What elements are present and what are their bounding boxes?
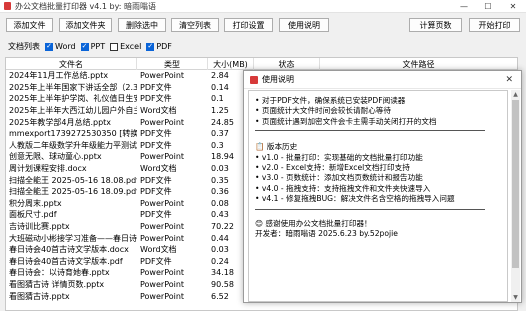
cell-filename: 2025年上半年国家下讲话全部（2.3）.p xyxy=(9,82,137,92)
dialog-title-bar: 使用说明 xyxy=(244,71,521,89)
cell-filename: 2025年上半年大西江幼儿园户外自主游戏 xyxy=(9,106,137,116)
dialog-scrollbar[interactable]: ▲ ▼ xyxy=(511,90,520,302)
cell-type: PowerPoint xyxy=(140,71,185,81)
cell-filename: 周计划课程安排.docx xyxy=(9,164,87,174)
cell-filename: 扫描全能王 2025-05-16 18.09.pdf xyxy=(9,187,137,197)
cell-type: PowerPoint xyxy=(140,268,185,278)
tip-line: • 页面统计遇到加密文件会卡主需手动关闭打开的文档 xyxy=(255,116,437,126)
count-pages-button[interactable]: 计算页数 xyxy=(409,18,462,32)
cell-filename: 2025年上半年护学岗、礼仪值日生安排 xyxy=(9,94,137,104)
dialog-text: • 对于PDF文件，确保系统已安装PDF阅读器 • 页面统计大文件时间会较长请耐… xyxy=(248,90,508,302)
table-header: 文件名 类型 大小(MB) 状态 文件路径 xyxy=(6,58,517,70)
cell-filename: 创意无限、球动童心.pptx xyxy=(9,152,102,162)
scrollbar-thumb[interactable] xyxy=(512,100,519,268)
clear-list-button[interactable]: 清空列表 xyxy=(171,18,219,32)
column-size[interactable]: 大小(MB) xyxy=(208,58,254,70)
cell-filename: 春日诗会：以诗育她春.pptx xyxy=(9,268,110,278)
cell-type: PDF文件 xyxy=(140,175,172,185)
column-status[interactable]: 状态 xyxy=(254,58,320,70)
add-folder-button[interactable]: 添加文件夹 xyxy=(59,18,112,32)
app-icon xyxy=(4,2,11,10)
add-files-button[interactable]: 添加文件 xyxy=(6,18,53,32)
usage-button[interactable]: 使用说明 xyxy=(279,18,329,32)
filter-pdf[interactable]: ✓ PDF xyxy=(146,42,172,51)
delete-selected-button[interactable]: 删除选中 xyxy=(118,18,166,32)
cell-filename: 积分周末.pptx xyxy=(9,198,62,208)
cell-type: PDF文件 xyxy=(140,187,172,197)
history-line: • v3.0 - 页数统计：添加文档页数统计和报告功能 xyxy=(255,173,423,183)
usage-dialog: 使用说明 ✕ • 对于PDF文件，确保系统已安装PDF阅读器 • 页面统计大文件… xyxy=(243,70,522,303)
scroll-up-icon[interactable]: ▲ xyxy=(511,90,520,99)
maximize-button[interactable]: ☐ xyxy=(476,0,500,13)
app-icon xyxy=(250,75,258,84)
history-title: 📋 版本历史 xyxy=(255,142,298,152)
checkbox-checked-icon[interactable]: ✓ xyxy=(146,42,155,51)
close-button[interactable]: ✕ xyxy=(501,0,525,13)
cell-type: PDF文件 xyxy=(140,256,172,266)
cell-filename: 看图猜古诗 详情页数.pptx xyxy=(9,279,105,289)
divider xyxy=(255,130,485,132)
cell-filename: 2025年教学部4月总结.pptx xyxy=(9,117,112,127)
scroll-down-icon[interactable]: ▼ xyxy=(511,293,520,302)
column-type[interactable]: 类型 xyxy=(137,58,208,70)
cell-type: PDF文件 xyxy=(140,140,172,150)
developer-line: 开发者：暗雨嗡语 2025.6.23 by.52pojie xyxy=(255,229,398,239)
history-line: • v2.0 - Excel支持：新增Excel文档打印支持 xyxy=(255,163,410,173)
cell-type: PDF文件 xyxy=(140,129,172,139)
column-filename[interactable]: 文件名 xyxy=(6,58,137,70)
cell-filename: 扫描全能王 2025-05-16 18.08.pdf xyxy=(9,175,137,185)
cell-type: PDF文件 xyxy=(140,82,172,92)
title-bar: 办公文档批量打印器 v4.1 by: 暗雨嗡语 — ☐ ✕ xyxy=(0,0,526,13)
cell-filename: 2024年11月工作总结.pptx xyxy=(9,71,109,81)
filter-excel[interactable]: Excel xyxy=(110,42,141,51)
cell-type: PowerPoint xyxy=(140,117,185,127)
cell-filename: 面板尺寸.pdf xyxy=(9,210,57,220)
dialog-title: 使用说明 xyxy=(262,75,294,84)
minimize-button[interactable]: — xyxy=(452,0,476,13)
filter-word[interactable]: ✓ Word xyxy=(45,42,76,51)
cell-type: Word文档 xyxy=(140,106,177,116)
cell-type: Word文档 xyxy=(140,245,177,255)
cell-filename: 人教版二年级数学升年级能力平测试.pd xyxy=(9,140,137,150)
cell-type: PowerPoint xyxy=(140,152,185,162)
cell-type: PowerPoint xyxy=(140,291,185,301)
cell-type: PowerPoint xyxy=(140,233,185,243)
history-line: • v4.0 - 拖拽支持：支持拖拽文件和文件夹快速导入 xyxy=(255,183,431,193)
cell-filename: 春日诗会40首古诗文学版本.pdf xyxy=(9,256,123,266)
thanks-line: 😊 感谢使用办公文档批量打印器！ xyxy=(255,218,372,228)
start-print-button[interactable]: 开始打印 xyxy=(469,18,520,32)
cell-filename: 大班磁动小彬接学习准备——春日诗会] xyxy=(9,233,137,243)
cell-filename: 春日诗会40首古诗文学版本.docx xyxy=(9,245,129,255)
column-path[interactable]: 文件路径 xyxy=(320,58,517,70)
cell-type: Word文档 xyxy=(140,164,177,174)
cell-type: PDF文件 xyxy=(140,210,172,220)
tip-line: • 对于PDF文件，确保系统已安装PDF阅读器 xyxy=(255,96,406,105)
dialog-close-button[interactable]: ✕ xyxy=(505,75,513,85)
cell-type: PDF文件 xyxy=(140,94,172,104)
divider xyxy=(255,208,485,211)
print-settings-button[interactable]: 打印设置 xyxy=(224,18,273,32)
cell-filename: 吉诗训比赛.pptx xyxy=(9,222,70,232)
window-title: 办公文档批量打印器 v4.1 by: 暗雨嗡语 xyxy=(15,1,157,11)
cell-filename: mmexport1739272530350 [转换].pdf xyxy=(9,129,137,139)
filter-row: 文档列表 ✓ Word ✓ PPT Excel ✓ PDF xyxy=(8,41,172,52)
history-line: • v4.1 - 修复拖拽BUG：解决文件名含空格的拖拽导入问题 xyxy=(255,194,455,204)
checkbox-checked-icon[interactable]: ✓ xyxy=(45,42,53,51)
tip-line: • 页面统计大文件时间会较长请耐心等待 xyxy=(255,106,391,116)
history-line: • v1.0 - 批量打印：实现基础的文档批量打印功能 xyxy=(255,152,423,162)
cell-type: PowerPoint xyxy=(140,222,185,232)
cell-type: PowerPoint xyxy=(140,198,185,208)
cell-filename: 看图猜古诗.pptx xyxy=(9,291,70,301)
filter-ppt[interactable]: ✓ PPT xyxy=(80,42,105,51)
checkbox-unchecked-icon[interactable] xyxy=(110,42,119,51)
cell-type: PowerPoint xyxy=(140,279,185,289)
checkbox-checked-icon[interactable]: ✓ xyxy=(80,42,89,51)
filter-label: 文档列表 xyxy=(8,42,40,51)
